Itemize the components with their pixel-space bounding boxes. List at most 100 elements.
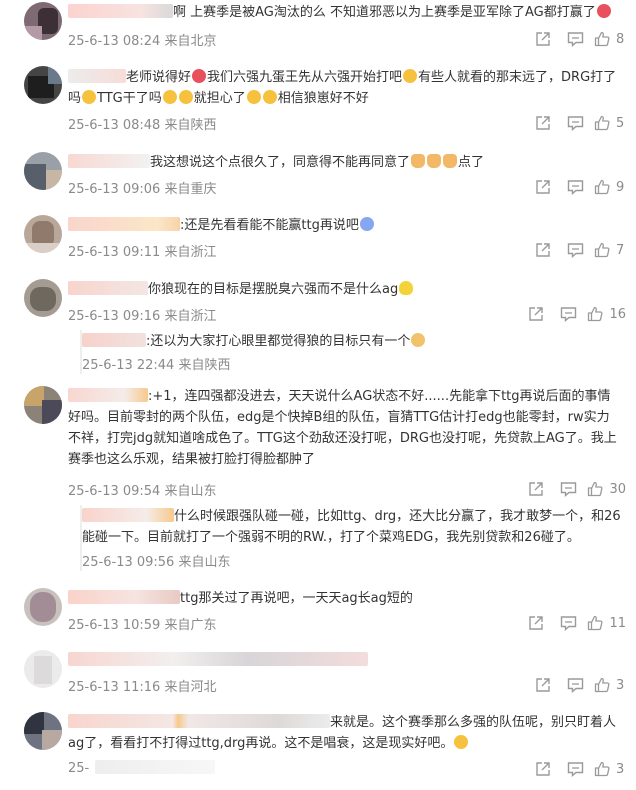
username-blurred[interactable] xyxy=(68,652,368,666)
like-button[interactable]: 30 xyxy=(587,481,626,497)
comment: 你狼现在的目标是摆脱臭六强而不是什么ag 25-6-13 09:16 来自浙江 … xyxy=(0,277,636,329)
like-icon xyxy=(594,31,610,47)
comment-text: 来就是。这个赛季那么多强的队伍呢，别只盯着人ag了，看看打不打得过ttg,drg… xyxy=(68,714,617,751)
comment: 25-6-13 11:16 来自河北 3 xyxy=(0,648,636,700)
avatar[interactable] xyxy=(24,386,62,424)
like-count: 3 xyxy=(616,677,625,693)
location: 来自广东 xyxy=(164,618,217,633)
like-icon xyxy=(594,242,610,258)
comment-meta: 25-6-13 08:24 来自北京 xyxy=(68,30,217,49)
username-blurred[interactable] xyxy=(82,508,174,522)
avatar[interactable] xyxy=(24,712,62,750)
timestamp: 25-6-13 08:24 xyxy=(68,34,161,49)
avatar[interactable] xyxy=(24,215,62,253)
avatar[interactable] xyxy=(24,2,62,40)
comment-meta: 25-6-13 10:59 来自广东 xyxy=(68,614,217,633)
like-count: 9 xyxy=(616,179,625,195)
timestamp: 25- xyxy=(68,761,90,776)
like-button[interactable]: 11 xyxy=(587,615,626,631)
reply: :还以为大家打心眼里都觉得狼的目标只有一个 25-6-13 22:44 来自陕西 xyxy=(80,330,622,374)
location: 来自陕西 xyxy=(164,118,217,133)
emoji-icon xyxy=(246,90,261,104)
username-blurred[interactable] xyxy=(68,69,126,83)
avatar[interactable] xyxy=(24,279,62,317)
username-blurred[interactable] xyxy=(68,388,148,402)
reply-text: 什么时候跟强队碰一碰，比如ttg、drg，还大比分赢了，我才敢梦一个，和26能碰… xyxy=(82,508,621,545)
like-button[interactable]: 3 xyxy=(594,677,626,693)
like-button[interactable]: 3 xyxy=(594,761,626,777)
share-icon[interactable] xyxy=(525,305,547,323)
username-blurred[interactable] xyxy=(68,714,330,728)
location: 来自河北 xyxy=(164,680,217,695)
like-icon xyxy=(588,615,603,631)
comment-text: 老师说得好 我们六强九蛋王先从六强开始打吧 有些人就看的那末远了，DRG打了吗 TTG… xyxy=(68,69,617,106)
share-icon[interactable] xyxy=(525,614,547,632)
like-button[interactable]: 16 xyxy=(587,306,626,322)
share-icon[interactable] xyxy=(532,114,554,132)
reply-meta: 25-6-13 22:44 来自陕西 xyxy=(82,354,231,373)
comment-icon[interactable] xyxy=(564,114,586,132)
like-button[interactable]: 7 xyxy=(594,242,626,258)
like-icon xyxy=(588,306,603,322)
location: 来自重庆 xyxy=(164,182,217,197)
username-blurred[interactable] xyxy=(68,281,148,295)
comment-icon[interactable] xyxy=(557,480,579,498)
comment: 我这想说这个点很久了，同意得不能再同意了 点了 25-6-13 09:06 来自重… xyxy=(0,150,636,202)
share-icon[interactable] xyxy=(532,676,554,694)
comment-icon[interactable] xyxy=(557,614,579,632)
location: 来自陕西 xyxy=(178,358,231,373)
username-blurred[interactable] xyxy=(68,590,180,604)
lightbulb-emoji-icon xyxy=(399,281,414,295)
comment-actions: 9 xyxy=(522,178,626,196)
emoji-icon xyxy=(403,69,418,83)
thumbs-up-emoji-icon xyxy=(427,154,442,168)
comment-actions: 30 xyxy=(515,480,626,498)
comment-icon[interactable] xyxy=(564,760,586,778)
timestamp: 25-6-13 09:16 xyxy=(68,309,161,324)
comment-meta: 25- xyxy=(68,760,216,776)
avatar[interactable] xyxy=(24,650,62,688)
comment: :还是先看看能不能赢ttg再说吧 25-6-13 09:11 来自浙江 7 xyxy=(0,213,636,265)
like-count: 30 xyxy=(609,481,626,497)
comment-text: :还是先看看能不能赢ttg再说吧 xyxy=(68,215,618,236)
comment-text: 啊 上赛季是被AG淘汰的么 不知道邪恶以为上赛季是亚军除了AG都打赢了 xyxy=(68,2,618,23)
timestamp: 25-6-13 11:16 xyxy=(68,680,161,695)
avatar[interactable] xyxy=(24,152,62,190)
thumbs-up-emoji-icon xyxy=(443,154,458,168)
share-icon[interactable] xyxy=(532,241,554,259)
username-blurred[interactable] xyxy=(68,4,173,18)
username-blurred[interactable] xyxy=(82,333,146,347)
comment-text: :+1，连四强都没进去，天天说什么AG状态不好......先能拿下ttg再说后面… xyxy=(68,388,617,467)
share-icon[interactable] xyxy=(532,30,554,48)
username-blurred[interactable] xyxy=(68,217,180,231)
like-icon xyxy=(594,677,610,693)
comment-icon[interactable] xyxy=(564,30,586,48)
avatar[interactable] xyxy=(24,66,62,104)
share-icon[interactable] xyxy=(532,178,554,196)
comment-icon[interactable] xyxy=(564,676,586,694)
like-button[interactable]: 5 xyxy=(594,115,626,131)
thumbs-up-emoji-icon xyxy=(411,154,426,168)
like-button[interactable]: 9 xyxy=(594,179,626,195)
reply: 什么时候跟强队碰一碰，比如ttg、drg，还大比分赢了，我才敢梦一个，和26能碰… xyxy=(80,505,622,571)
like-button[interactable]: 8 xyxy=(594,31,626,47)
location: 来自山东 xyxy=(178,555,231,570)
comment-text xyxy=(68,650,618,671)
like-icon xyxy=(588,481,603,497)
comment-actions: 7 xyxy=(522,241,626,259)
like-icon xyxy=(594,115,610,131)
comment-icon[interactable] xyxy=(564,178,586,196)
avatar[interactable] xyxy=(24,588,62,626)
comment-actions: 3 xyxy=(522,676,626,694)
comment-icon[interactable] xyxy=(557,305,579,323)
share-icon[interactable] xyxy=(525,480,547,498)
emoji-icon xyxy=(178,90,193,104)
username-blurred[interactable] xyxy=(68,154,150,168)
share-icon[interactable] xyxy=(532,760,554,778)
timestamp: 25-6-13 08:48 xyxy=(68,118,161,133)
location: 来自山东 xyxy=(164,484,217,499)
meta-blurred xyxy=(95,760,216,774)
comment-icon[interactable] xyxy=(564,241,586,259)
comment-meta: 25-6-13 09:16 来自浙江 xyxy=(68,305,217,324)
comment-actions: 5 xyxy=(522,114,626,132)
